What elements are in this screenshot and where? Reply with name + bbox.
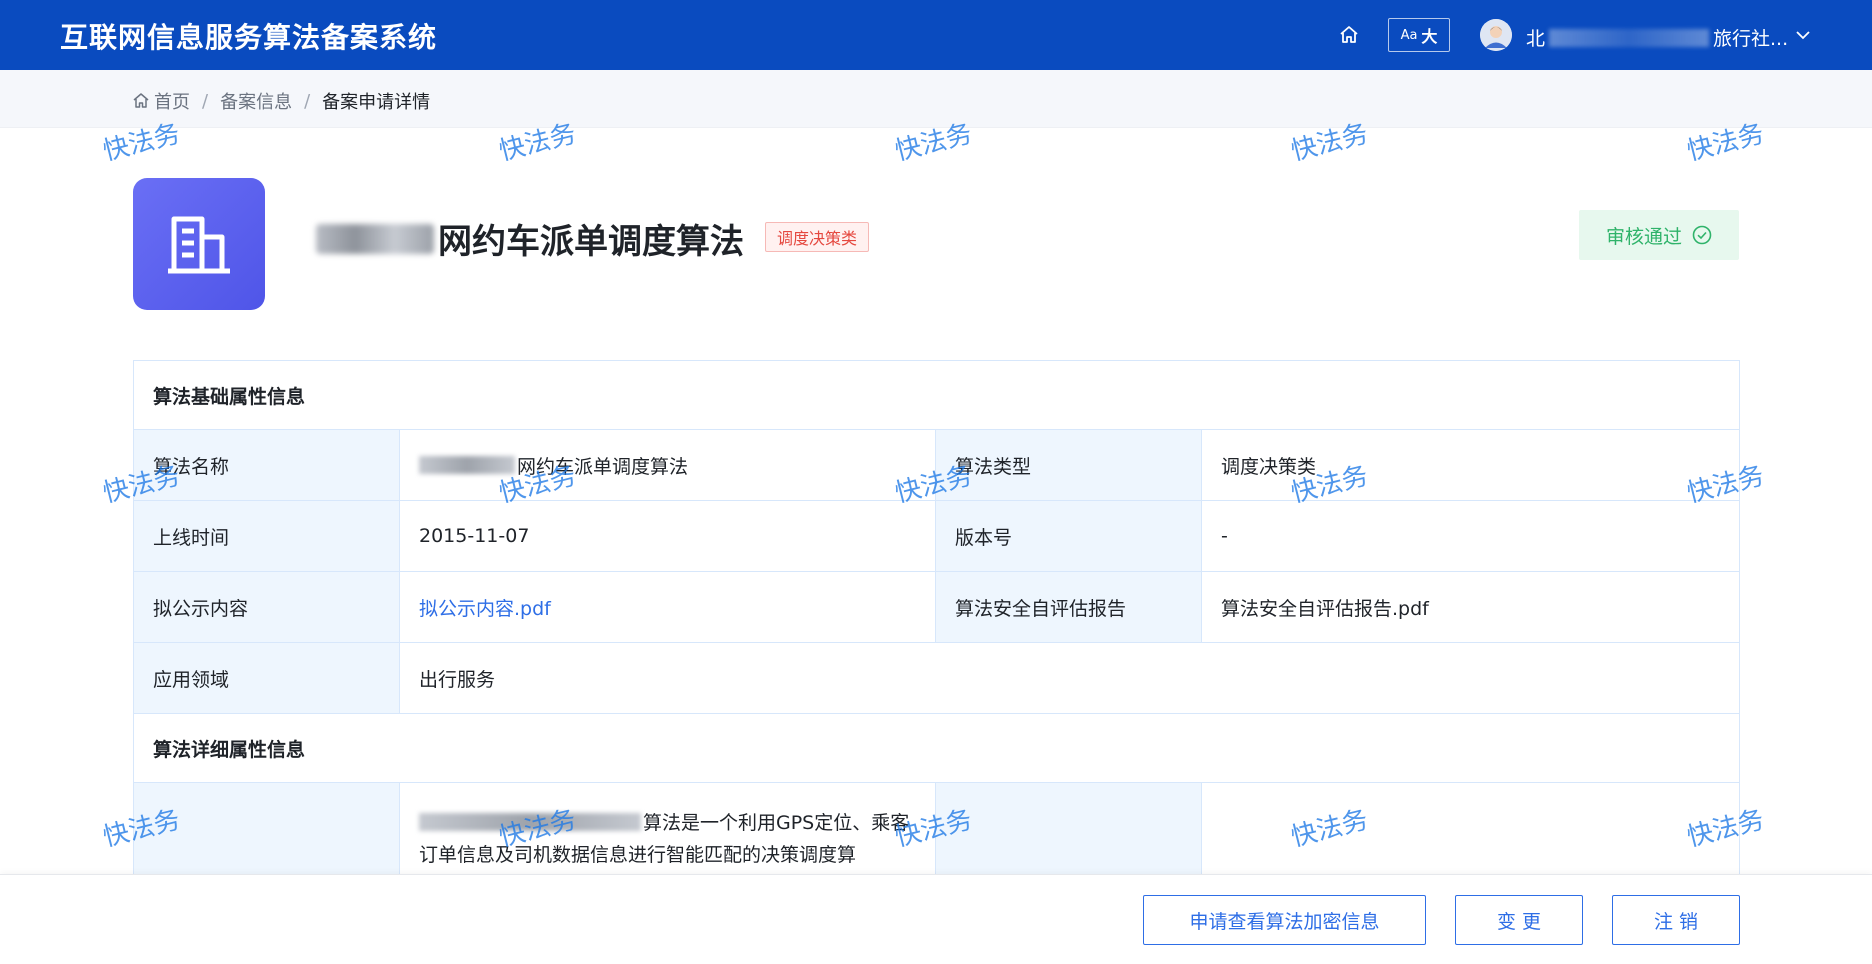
request-encrypted-info-button[interactable]: 申请查看算法加密信息 [1143,895,1426,945]
value-public-content: 拟公示内容.pdf [400,572,936,642]
value-self-assessment: 算法安全自评估报告.pdf [1221,597,1429,620]
label-launch-date: 上线时间 [134,501,400,571]
blurred-user-name [1549,29,1710,47]
status-label: 审核通过 [1605,225,1682,248]
table-row: 拟公示内容 拟公示内容.pdf 算法安全自评估报告 算法安全自评估报告.pdf [134,572,1739,643]
font-size-button[interactable]: Aa 大 [1388,18,1450,52]
label-detail-2 [936,783,1202,883]
breadcrumb-home[interactable]: 首页 [132,88,190,114]
value-version: - [1221,525,1228,547]
value-algorithm-name-text: 网约车派单调度算法 [517,455,689,478]
table-row: 应用领域 出行服务 [134,643,1739,714]
change-button[interactable]: 变 更 [1455,895,1583,945]
avatar[interactable] [1480,19,1512,51]
algorithm-type-tag: 调度决策类 [765,222,870,252]
section-title-detail: 算法详细属性信息 [134,714,1739,783]
table-row: 算法名称 网约车派单调度算法 算法类型 调度决策类 [134,430,1739,501]
value-launch-date: 2015-11-07 [400,501,936,571]
description-line-1: 算法是一个利用GPS定位、乘客 [643,812,910,834]
user-name[interactable]: 北 旅行社... [1526,24,1788,51]
value-algorithm-description: 算法是一个利用GPS定位、乘客 订单信息及司机数据信息进行智能匹配的决策调度算 [400,783,936,883]
label-application-domain: 应用领域 [134,643,400,713]
label-algorithm-name: 算法名称 [134,430,400,500]
label-version: 版本号 [936,501,1202,571]
blurred-company-name [316,223,434,254]
check-circle-icon [1692,225,1712,245]
breadcrumb-home-label: 首页 [154,92,190,113]
user-name-suffix: 旅行社... [1713,28,1789,50]
value-application-domain: 出行服务 [419,668,496,691]
breadcrumb-separator: / [304,90,311,112]
blurred-text [419,456,515,474]
value-algorithm-type: 调度决策类 [1221,455,1317,478]
font-size-value: 大 [1421,27,1438,46]
breadcrumb-bar: 首页 / 备案信息 / 备案申请详情 [0,70,1872,128]
breadcrumb: 首页 / 备案信息 / 备案申请详情 [132,88,430,114]
breadcrumb-separator: / [202,90,209,112]
value-detail-2 [1202,783,1739,883]
home-button[interactable] [1336,22,1362,48]
breadcrumb-records[interactable]: 备案信息 [220,88,292,114]
page-title: 网约车派单调度算法 [316,214,744,263]
label-self-assessment: 算法安全自评估报告 [936,572,1202,642]
home-icon [133,93,149,108]
status-badge: 审核通过 [1579,210,1739,260]
chevron-down-icon[interactable] [1794,26,1812,44]
home-icon [1340,26,1358,43]
info-table: 算法基础属性信息 算法名称 网约车派单调度算法 算法类型 调度决策类 上线时间 … [133,360,1740,884]
breadcrumb-current: 备案申请详情 [322,92,431,113]
cancel-registration-button[interactable]: 注 销 [1612,895,1740,945]
app-title: 互联网信息服务算法备案系统 [60,21,438,54]
top-bar: 互联网信息服务算法备案系统 Aa 大 北 旅行社... [0,0,1872,70]
blurred-text [419,813,641,831]
section-title-basic: 算法基础属性信息 [134,361,1739,430]
user-avatar-icon [1480,19,1512,51]
label-detail [134,783,400,883]
description-line-2: 订单信息及司机数据信息进行智能匹配的决策调度算 [419,844,857,866]
action-footer: 申请查看算法加密信息 变 更 注 销 [0,874,1872,964]
table-row: 算法是一个利用GPS定位、乘客 订单信息及司机数据信息进行智能匹配的决策调度算 [134,783,1739,883]
building-icon [168,216,230,274]
table-row: 上线时间 2015-11-07 版本号 - [134,501,1739,572]
value-algorithm-name: 网约车派单调度算法 [400,430,936,500]
public-content-file-link[interactable]: 拟公示内容.pdf [419,594,551,621]
algorithm-logo [133,178,265,310]
page-title-text: 网约车派单调度算法 [438,222,744,262]
font-size-label: Aa [1400,27,1418,43]
user-name-prefix: 北 [1526,28,1546,50]
label-public-content: 拟公示内容 [134,572,400,642]
label-algorithm-type: 算法类型 [936,430,1202,500]
